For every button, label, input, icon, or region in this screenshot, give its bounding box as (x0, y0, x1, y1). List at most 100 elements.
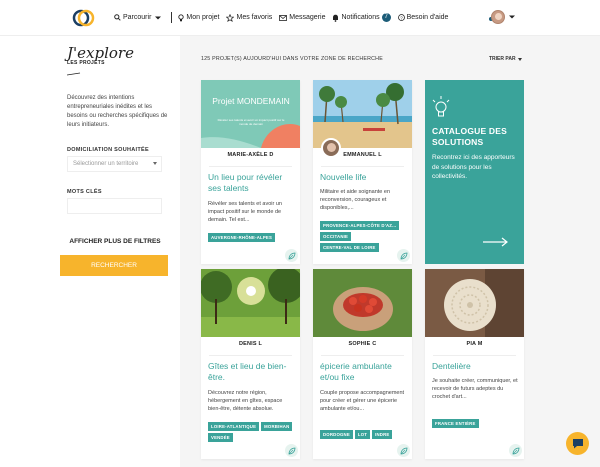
card-title[interactable]: épicerie ambulante et/ou fixe (320, 361, 406, 383)
card-description: Révéler ses talents et avoir un impact p… (208, 201, 282, 223)
leaf-icon (509, 444, 522, 457)
project-card[interactable]: EMMANUEL L Nouvelle life Militaire et ai… (313, 80, 412, 264)
nav-parcourir-label: Parcourir (123, 14, 152, 21)
logo[interactable] (72, 8, 96, 28)
card-description: Découvrez notre région, hébergement en g… (208, 390, 283, 412)
region-tag[interactable]: MORBIHAN (261, 422, 293, 431)
card-author: PIA M (466, 341, 483, 347)
nav-mon-projet[interactable]: Mon projet (178, 13, 220, 22)
results-area: 125 PROJET(S) AUJOURD'HUI DANS VOTRE ZON… (180, 36, 600, 467)
image-caption-sub: Révéler ses talents et avoir un impact p… (217, 118, 285, 126)
avatar (491, 10, 505, 24)
keywords-label: MOTS CLÉS (67, 189, 102, 195)
region-tag[interactable]: OCCITANIE (320, 232, 352, 241)
divider (321, 166, 404, 167)
card-author: EMMANUEL L (343, 152, 382, 158)
sidebar-description: Découvrez des intentions entrepreneurial… (67, 95, 168, 128)
catalogue-title: CATALOGUE DES SOLUTIONS (432, 126, 508, 147)
catalogue-solutions-card[interactable]: CATALOGUE DES SOLUTIONS Recontrez ici de… (425, 80, 524, 264)
more-filters-button[interactable]: AFFICHER PLUS DE FILTRES (60, 234, 170, 250)
page-subtitle: LES PROJETS (67, 60, 105, 66)
divider (209, 355, 292, 356)
project-image (425, 269, 524, 337)
project-image (313, 269, 412, 337)
domiciliation-label: DOMICILIATION SOUHAITÉE (67, 147, 149, 153)
leaf-icon (285, 249, 298, 262)
main-nav: Parcourir Mon projet Mes favoris Message… (114, 12, 455, 23)
help-icon: ? (397, 14, 405, 21)
project-card[interactable]: SOPHIE C épicerie ambulante et/ou fixe C… (313, 269, 412, 459)
card-title[interactable]: Un lieu pour révéler ses talents (208, 172, 294, 194)
region-tag[interactable]: LOIRE-ATLANTIQUE (208, 422, 260, 431)
nav-parcourir[interactable]: Parcourir (114, 14, 164, 21)
mail-icon (279, 14, 288, 21)
leaf-icon (397, 444, 410, 457)
star-icon (226, 13, 235, 22)
nav-besoin-aide-label: Besoin d'aide (406, 14, 449, 21)
sort-label: TRIER PAR (489, 56, 516, 62)
region-tag[interactable]: VENDÉE (208, 433, 233, 442)
card-title[interactable]: Gîtes et lieu de bien-être. (208, 361, 294, 383)
leaf-icon (285, 444, 298, 457)
card-author: MARIE-AXÈLE D (227, 152, 274, 158)
nav-messagerie[interactable]: Messagerie (279, 14, 325, 21)
project-image: Projet MONDEMAIN Révéler ses talents et … (201, 80, 300, 148)
chevron-down-icon (509, 15, 515, 19)
nav-mon-projet-label: Mon projet (186, 14, 220, 21)
project-card[interactable]: DENIS L Gîtes et lieu de bien-être. Déco… (201, 269, 300, 459)
tag-list: FRANCE ENTIÈRE (432, 419, 522, 430)
caret-down-icon (517, 57, 522, 61)
catalogue-description: Recontrez ici des apporteurs de solution… (432, 154, 515, 180)
filter-sidebar: J'explore LES PROJETS Découvrez des inte… (60, 36, 180, 467)
nav-notifications-label: Notifications (341, 14, 380, 21)
lightbulb-icon (432, 96, 450, 117)
card-author: DENIS L (238, 341, 263, 347)
region-tag[interactable]: CENTRE-VAL DE LOIRE (320, 243, 379, 252)
chat-icon (572, 439, 583, 449)
region-tag[interactable]: DORDOGNE (320, 430, 353, 439)
search-button[interactable]: RECHERCHER (60, 255, 168, 276)
tag-list: DORDOGNE LOT INDRE (320, 430, 410, 441)
caret-down-icon (153, 162, 157, 165)
project-card[interactable]: PIA M Dentelière Je souhaite créer, comm… (425, 269, 524, 459)
territory-select[interactable]: Sélectionner un territoire (67, 156, 162, 172)
sort-dropdown[interactable]: TRIER PAR (489, 56, 522, 62)
card-author: SOPHIE C (348, 341, 377, 347)
notification-count-badge: 7 (381, 13, 391, 22)
image-caption-title: Projet MONDEMAIN (212, 96, 290, 106)
tag-list: PROVENCE-ALPES-CÔTE D'AZ... OCCITANIE CE… (320, 221, 410, 254)
divider (433, 355, 516, 356)
territory-select-value: Sélectionner un territoire (73, 161, 139, 167)
region-tag[interactable]: PROVENCE-ALPES-CÔTE D'AZ... (320, 221, 400, 230)
nav-mes-favoris[interactable]: Mes favoris (226, 13, 273, 22)
region-tag[interactable]: INDRE (372, 430, 393, 439)
results-count: 125 PROJET(S) AUJOURD'HUI DANS VOTRE ZON… (201, 56, 383, 62)
nav-messagerie-label: Messagerie (289, 14, 326, 21)
nav-mes-favoris-label: Mes favoris (236, 14, 273, 21)
region-tag[interactable]: LOT (354, 430, 371, 439)
search-icon (114, 14, 121, 21)
bell-icon (333, 14, 339, 22)
project-card[interactable]: Projet MONDEMAIN Révéler ses talents et … (201, 80, 300, 264)
user-menu[interactable] (488, 10, 516, 24)
card-description: Je souhaite créer, communiquer, et recev… (432, 378, 518, 400)
svg-text:?: ? (400, 15, 403, 20)
divider (209, 166, 292, 167)
card-title[interactable]: Dentelière (432, 361, 518, 372)
nav-separator (171, 12, 173, 23)
tag-list: LOIRE-ATLANTIQUE MORBIHAN VENDÉE (208, 422, 298, 444)
card-title[interactable]: Nouvelle life (320, 172, 406, 183)
chat-button[interactable] (566, 432, 589, 455)
divider (321, 355, 404, 356)
lightbulb-icon (178, 13, 185, 21)
arrow-right-icon[interactable] (483, 237, 509, 247)
tag-list: AUVERGNE-RHÔNE-ALPES (208, 233, 298, 244)
card-description: Militaire et aide soignante en reconvers… (320, 189, 391, 211)
nav-notifications[interactable]: Notifications 7 (332, 13, 391, 22)
nav-besoin-aide[interactable]: ? Besoin d'aide (397, 14, 449, 21)
keywords-input[interactable] (67, 198, 162, 214)
region-tag[interactable]: AUVERGNE-RHÔNE-ALPES (208, 233, 276, 242)
project-image (201, 269, 300, 337)
chevron-down-icon (155, 16, 162, 19)
region-tag[interactable]: FRANCE ENTIÈRE (432, 419, 479, 428)
